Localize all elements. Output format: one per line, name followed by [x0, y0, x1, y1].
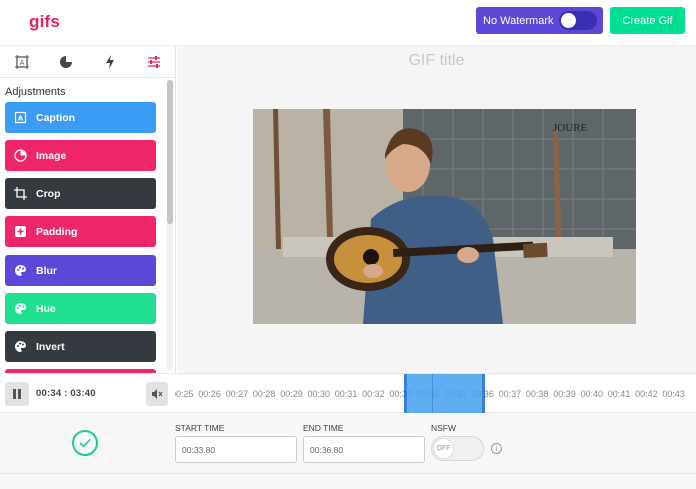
no-watermark-toggle-button[interactable]: No Watermark	[476, 7, 603, 34]
adjust-caption-button[interactable]: A Caption	[5, 102, 156, 133]
preview-canvas: GIF title JOURE	[177, 46, 696, 373]
bolt-icon[interactable]	[88, 46, 132, 78]
tool-tabs: A	[0, 46, 175, 78]
selection-end-handle[interactable]	[482, 374, 485, 414]
muted-speaker-icon	[152, 389, 163, 399]
timeline-tick-label: 00:42	[635, 389, 658, 399]
end-time-input[interactable]: 00:36.80	[303, 436, 425, 463]
svg-text:A: A	[17, 115, 23, 123]
pause-icon	[13, 389, 21, 399]
adjust-invert-button[interactable]: Invert	[5, 331, 156, 362]
video-frame-illustration: JOURE	[253, 109, 636, 324]
timeline-selection[interactable]	[404, 374, 485, 414]
time-readout: 00:34 : 03:40	[36, 388, 96, 399]
palette-icon	[13, 340, 27, 354]
create-gif-button[interactable]: Create Gif	[610, 7, 685, 34]
adjust-crop-label: Crop	[36, 187, 61, 200]
start-time-label: START TIME	[175, 423, 225, 433]
timeline-tick-label: 00:40	[580, 389, 604, 399]
adjust-caption-label: Caption	[36, 111, 76, 124]
svg-text:A: A	[20, 59, 25, 67]
timeline-tick-label: 00:29	[280, 389, 303, 399]
adjust-hue-label: Hue	[36, 302, 56, 315]
timeline-tick-label: 00:41	[607, 389, 631, 399]
sliders-icon[interactable]	[132, 46, 175, 78]
gif-settings-panel: START TIME 00:33.80 END TIME 00:36.80 NS…	[0, 413, 696, 489]
mute-button[interactable]	[146, 382, 168, 406]
pie-icon[interactable]	[44, 46, 88, 78]
pause-button[interactable]	[5, 382, 29, 406]
start-time-input[interactable]: 00:33.80	[175, 436, 297, 463]
timeline-tick-label: 00:39	[553, 389, 576, 399]
timeline-tick-label: 00:27	[225, 389, 249, 399]
adjustments-heading: Adjustments	[5, 86, 66, 98]
image-icon	[13, 149, 27, 163]
timeline-tick-label: 00:25	[175, 389, 194, 399]
info-icon[interactable]: i	[491, 443, 502, 454]
timeline-bar: 00:34 : 03:40 00:2500:2600:2700:2800:290…	[0, 373, 696, 414]
watermark-switch[interactable]	[559, 11, 597, 30]
crop-icon	[13, 187, 27, 201]
frame-icon[interactable]: A	[0, 46, 44, 78]
timeline-tick-label: 00:32	[362, 389, 385, 399]
adjust-blur-button[interactable]: Blur	[5, 255, 156, 286]
no-watermark-label: No Watermark	[483, 14, 554, 27]
adjust-hue-button[interactable]: Hue	[5, 293, 156, 324]
current-time: 00:34	[36, 388, 62, 399]
adjust-crop-button[interactable]: Crop	[5, 178, 156, 209]
padding-icon	[13, 225, 27, 239]
video-preview[interactable]: JOURE	[253, 109, 636, 324]
adjust-padding-button[interactable]: Padding	[5, 216, 156, 247]
caption-icon: A	[13, 111, 27, 125]
watermark-switch-knob	[561, 13, 576, 28]
nsfw-toggle-knob: OFF	[433, 438, 454, 459]
adjust-invert-label: Invert	[36, 340, 65, 353]
end-time-label: END TIME	[303, 423, 344, 433]
time-separator: :	[64, 388, 68, 399]
palette-icon	[13, 302, 27, 316]
timeline-tick-label: 00:30	[307, 389, 331, 399]
adjust-image-label: Image	[36, 149, 67, 162]
confirm-button[interactable]	[72, 430, 98, 456]
video-sign-text: JOURE	[553, 122, 588, 134]
logo[interactable]: gifs	[29, 12, 60, 32]
adjust-image-button[interactable]: Image	[5, 140, 156, 171]
app-header: gifs No Watermark Create Gif	[0, 0, 696, 46]
nsfw-label: NSFW	[431, 423, 457, 433]
gif-title-input[interactable]: GIF title	[177, 52, 696, 70]
adjust-padding-label: Padding	[36, 225, 78, 238]
sidebar-scrollbar[interactable]	[167, 80, 173, 370]
timeline-track[interactable]: 00:25 00:26 00:2700:28 00:29 00:3000:31 00:32…	[175, 374, 696, 414]
selection-start-handle[interactable]	[404, 374, 407, 414]
divider	[0, 473, 696, 474]
adjust-blur-label: Blur	[36, 264, 57, 277]
timeline-tick-label: 00:26	[198, 389, 221, 399]
timeline-tick-label: 00:43	[662, 389, 685, 399]
total-time: 03:40	[70, 388, 96, 399]
sidebar-scrollbar-thumb[interactable]	[167, 80, 173, 224]
check-icon	[79, 438, 91, 448]
playhead[interactable]	[432, 374, 433, 414]
timeline-tick-label: 00:38	[525, 389, 549, 399]
timeline-tick-label: 00:31	[334, 389, 358, 399]
tools-sidebar: A Adjustments A Caption Image Crop Paddi…	[0, 46, 176, 373]
timeline-tick-label: 00:28	[252, 389, 276, 399]
timeline-tick-label: 00:37	[498, 389, 522, 399]
nsfw-toggle[interactable]: OFF	[431, 436, 484, 461]
palette-icon	[13, 264, 27, 278]
